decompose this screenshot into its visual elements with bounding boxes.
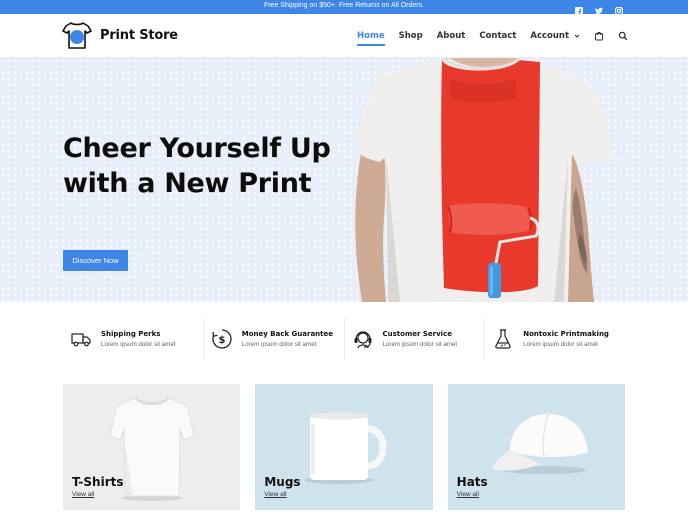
feature-nontoxic: Nontoxic Printmaking Lorem ipsum dolor s… — [485, 318, 625, 360]
facebook-icon[interactable] — [575, 2, 583, 15]
announcement-bar: Free Shipping on $50+. Free Returns on A… — [0, 0, 688, 15]
feature-subtitle: Lorem ipsum dolor sit amet — [241, 341, 317, 348]
feature-title: Shipping Perks — [101, 330, 161, 338]
view-all-link[interactable]: View all — [264, 491, 286, 498]
feature-subtitle: Lorem ipsum dolor sit amet — [523, 341, 598, 348]
nav-account[interactable]: Account — [530, 31, 580, 41]
hero-headline: Cheer Yourself Up with a New Print — [63, 133, 331, 199]
discover-now-button[interactable]: Discover Now — [63, 250, 128, 271]
category-card-hats[interactable]: Hats View all — [447, 384, 625, 510]
truck-icon — [71, 333, 91, 347]
twitter-icon[interactable] — [595, 2, 603, 15]
category-cards: T-Shirts View all Mugs View all Hats Vie… — [63, 384, 625, 510]
nav-home[interactable]: Home — [357, 31, 385, 46]
hero-banner: Cheer Yourself Up with a New Print Disco… — [0, 58, 688, 302]
category-card-tshirts[interactable]: T-Shirts View all — [63, 384, 241, 510]
feature-title: Money Back Guarantee — [241, 330, 334, 338]
shopping-bag-icon[interactable] — [594, 31, 604, 41]
category-title: T-Shirts — [72, 475, 124, 489]
flask-icon — [495, 329, 511, 349]
category-card-mugs[interactable]: Mugs View all — [255, 384, 433, 510]
view-all-link[interactable]: View all — [72, 491, 94, 498]
instagram-icon[interactable] — [615, 2, 623, 15]
feature-money-back: $ Money Back Guarantee Lorem ipsum dolor… — [204, 318, 345, 360]
features-row: Shipping Perks Lorem ipsum dolor sit ame… — [63, 318, 625, 360]
nav-about[interactable]: About — [437, 31, 466, 41]
category-title: Mugs — [264, 475, 301, 489]
search-icon[interactable] — [618, 31, 628, 41]
dollar-icon: $ — [212, 329, 232, 349]
feature-title: Nontoxic Printmaking — [523, 330, 609, 338]
nav-account-label: Account — [530, 31, 570, 41]
nav-contact[interactable]: Contact — [479, 31, 516, 41]
main-nav: Home Shop About Contact Account — [357, 31, 628, 46]
social-links — [575, 2, 623, 15]
feature-shipping: Shipping Perks Lorem ipsum dolor sit ame… — [63, 318, 204, 360]
svg-text:$: $ — [218, 335, 225, 346]
site-title: Print Store — [100, 27, 178, 43]
feature-customer-service: Customer Service Lorem ipsum dolor sit a… — [345, 318, 486, 360]
feature-subtitle: Lorem ipsum dolor sit amet — [101, 341, 176, 348]
headset-icon — [354, 331, 371, 349]
hero-model-image — [355, 58, 612, 302]
view-all-link[interactable]: View all — [457, 491, 479, 498]
chevron-down-icon — [574, 34, 580, 38]
site-header: Print Store Home Shop About Contact Acco… — [0, 14, 688, 58]
site-logo[interactable]: Print Store — [62, 20, 178, 50]
category-title: Hats — [456, 475, 488, 489]
feature-title: Customer Service — [382, 330, 452, 338]
tshirt-logo-icon — [62, 22, 92, 49]
nav-shop[interactable]: Shop — [399, 31, 423, 41]
feature-subtitle: Lorem ipsum dolor sit amet — [382, 341, 458, 348]
